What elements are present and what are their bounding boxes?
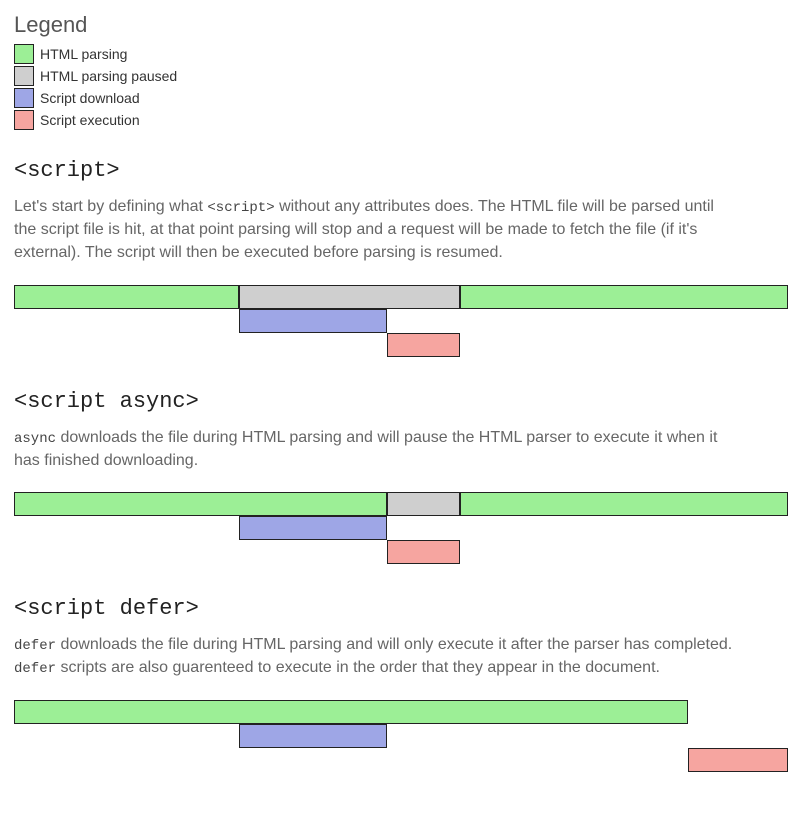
- legend-block: HTML parsing HTML parsing paused Script …: [14, 44, 787, 130]
- legend-row: Script download: [14, 88, 787, 108]
- timeline-bar-red: [688, 748, 788, 772]
- timeline-bar-grey: [387, 492, 460, 516]
- desc-text: Let's start by defining what: [14, 198, 207, 215]
- timeline-bar-green: [460, 492, 788, 516]
- desc-text: downloads the file during HTML parsing a…: [14, 429, 717, 469]
- timeline-script-defer: [14, 700, 788, 776]
- legend-title: Legend: [14, 12, 787, 38]
- legend-label: HTML parsing paused: [40, 68, 177, 84]
- swatch-html-parsing-icon: [14, 44, 34, 64]
- timeline-script: [14, 285, 788, 361]
- swatch-script-download-icon: [14, 88, 34, 108]
- timeline-bar-blue: [239, 309, 387, 333]
- legend-row: HTML parsing: [14, 44, 787, 64]
- code-inline: <script>: [207, 200, 274, 216]
- timeline-bar-blue: [239, 724, 387, 748]
- timeline-script-async: [14, 492, 788, 568]
- timeline-bar-grey: [239, 285, 460, 309]
- code-inline: defer: [14, 638, 56, 654]
- legend-label: HTML parsing: [40, 46, 127, 62]
- swatch-script-execution-icon: [14, 110, 34, 130]
- section-heading-script-async: <script async>: [14, 389, 787, 414]
- timeline-bar-red: [387, 540, 460, 564]
- timeline-bar-green: [14, 492, 387, 516]
- legend-row: HTML parsing paused: [14, 66, 787, 86]
- section-description: Let's start by defining what <script> wi…: [14, 195, 734, 265]
- legend-row: Script execution: [14, 110, 787, 130]
- swatch-html-parsing-paused-icon: [14, 66, 34, 86]
- timeline-bar-green: [14, 285, 239, 309]
- section-description: defer downloads the file during HTML par…: [14, 633, 734, 680]
- code-inline: async: [14, 431, 56, 447]
- code-inline: defer: [14, 661, 56, 677]
- timeline-bar-green: [460, 285, 788, 309]
- desc-text: downloads the file during HTML parsing a…: [60, 636, 732, 653]
- section-heading-script: <script>: [14, 158, 787, 183]
- timeline-bar-red: [387, 333, 460, 357]
- desc-text: scripts are also guarenteed to execute i…: [60, 659, 659, 676]
- legend-label: Script download: [40, 90, 140, 106]
- section-heading-script-defer: <script defer>: [14, 596, 787, 621]
- timeline-bar-blue: [239, 516, 387, 540]
- timeline-bar-green: [14, 700, 688, 724]
- section-description: async downloads the file during HTML par…: [14, 426, 734, 472]
- legend-label: Script execution: [40, 112, 140, 128]
